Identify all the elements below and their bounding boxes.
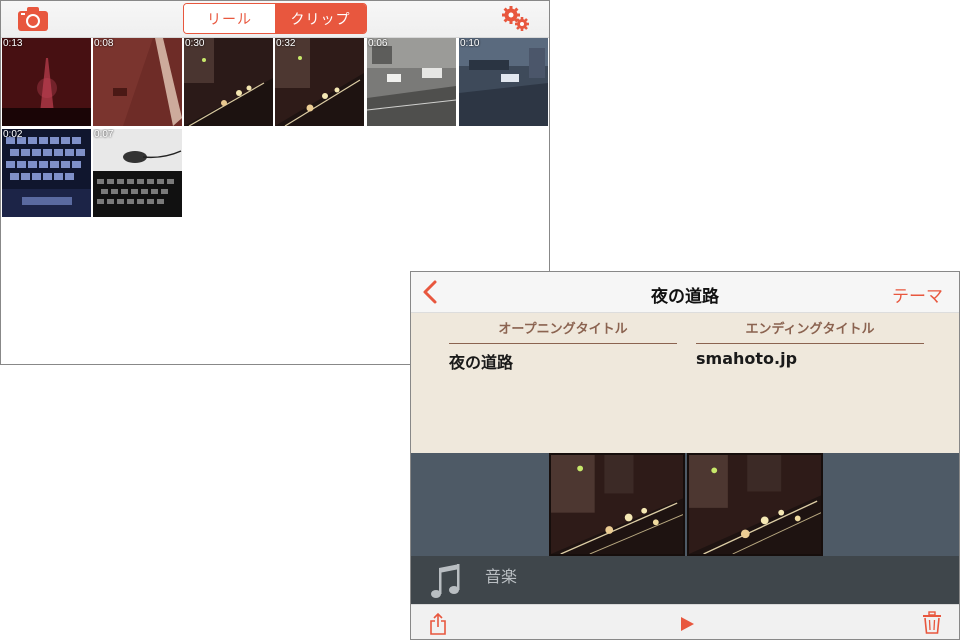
clip-thumbnail[interactable]: 0:02 bbox=[2, 129, 91, 217]
ending-title-field[interactable]: smahoto.jp bbox=[696, 349, 924, 368]
music-note-icon bbox=[431, 564, 460, 598]
play-icon bbox=[681, 617, 694, 631]
clip-thumbnail[interactable]: 0:13 bbox=[2, 38, 91, 126]
clip-thumbnail[interactable]: 0:07 bbox=[93, 129, 182, 217]
ending-title-section: エンディングタイトル smahoto.jp bbox=[696, 318, 924, 368]
project-title: 夜の道路 bbox=[651, 287, 719, 307]
camera-icon bbox=[18, 7, 48, 31]
timeline-clip[interactable] bbox=[549, 453, 685, 556]
opening-title-section: オープニングタイトル 夜の道路 bbox=[449, 318, 677, 373]
titles-panel: オープニングタイトル 夜の道路 エンディングタイトル smahoto.jp bbox=[411, 313, 959, 453]
clip-thumbnail[interactable]: 0:32 bbox=[275, 38, 364, 126]
clip-duration: 0:06 bbox=[368, 38, 388, 49]
share-button[interactable] bbox=[428, 612, 448, 636]
project-editor-screen: 夜の道路 テーマ オープニングタイトル 夜の道路 エンディングタイトル smah… bbox=[410, 271, 960, 640]
reel-clip-segmented-control: リール クリップ bbox=[183, 3, 367, 34]
opening-title-field[interactable]: 夜の道路 bbox=[449, 349, 677, 373]
clip-thumbnail[interactable]: 0:10 bbox=[459, 38, 548, 126]
tab-clip[interactable]: クリップ bbox=[275, 4, 366, 33]
editor-nav-bar: 夜の道路 テーマ bbox=[411, 272, 959, 313]
music-label: 音楽 bbox=[485, 567, 518, 586]
delete-button[interactable] bbox=[922, 611, 942, 635]
settings-button[interactable] bbox=[501, 5, 531, 33]
tab-reel[interactable]: リール bbox=[184, 4, 275, 33]
clip-duration: 0:02 bbox=[3, 129, 23, 140]
gear-icon bbox=[502, 6, 529, 31]
share-icon bbox=[430, 612, 446, 635]
camera-button[interactable] bbox=[17, 6, 49, 32]
play-button[interactable] bbox=[678, 615, 696, 633]
timeline-clip[interactable] bbox=[687, 453, 823, 556]
ending-title-heading: エンディングタイトル bbox=[696, 318, 924, 344]
clip-thumbnail[interactable]: 0:06 bbox=[367, 38, 456, 126]
music-row[interactable]: 音楽 bbox=[411, 556, 959, 604]
clip-duration: 0:13 bbox=[3, 38, 23, 49]
opening-title-heading: オープニングタイトル bbox=[449, 318, 677, 344]
clip-duration: 0:07 bbox=[94, 129, 114, 140]
theme-button[interactable]: テーマ bbox=[892, 282, 943, 307]
clip-duration: 0:30 bbox=[185, 38, 205, 49]
trash-icon bbox=[923, 611, 941, 634]
clip-duration: 0:08 bbox=[94, 38, 114, 49]
clip-thumbnail[interactable]: 0:08 bbox=[93, 38, 182, 126]
clip-duration: 0:10 bbox=[460, 38, 480, 49]
library-toolbar: リール クリップ bbox=[1, 1, 549, 38]
clip-duration: 0:32 bbox=[276, 38, 296, 49]
editor-bottom-bar bbox=[411, 604, 959, 639]
clip-timeline[interactable] bbox=[411, 453, 959, 556]
clip-thumbnail[interactable]: 0:30 bbox=[184, 38, 273, 126]
